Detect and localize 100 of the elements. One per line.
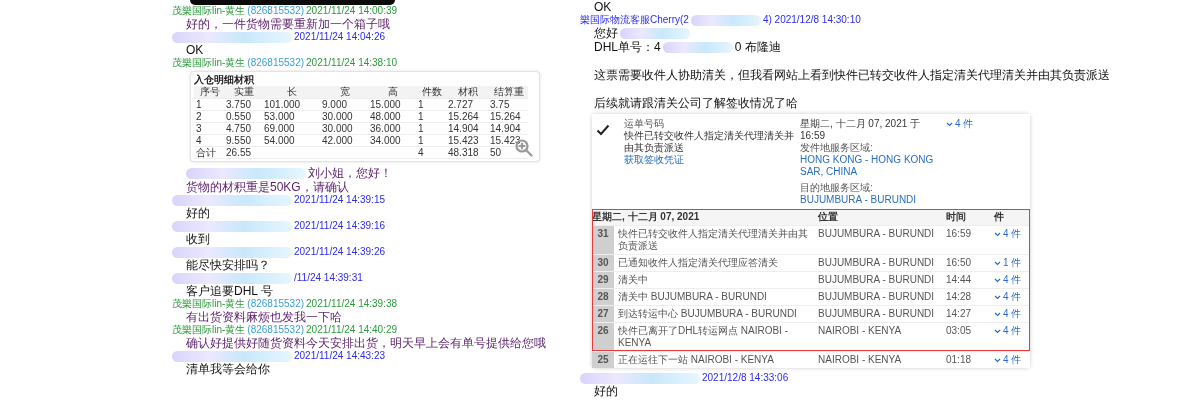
message-time: 2021/11/24 14:00:39	[306, 5, 398, 17]
message-time: 2021/11/24 14:40:29	[306, 324, 398, 336]
column-header: 件数	[416, 86, 446, 99]
table-cell: 4	[416, 147, 446, 159]
table-cell: 15.264	[488, 111, 528, 123]
column-header: 序号	[194, 86, 224, 99]
event-number: 25	[592, 352, 614, 368]
pieces-count: 4 件	[955, 118, 974, 130]
pieces-toggle[interactable]: 1 件	[994, 255, 1030, 271]
message-text: 确认好提供好随货资料今天安排出货，明天早上会有单号提供给您哦	[186, 336, 546, 350]
message-text: 清单我等会给你	[186, 362, 270, 376]
chevron-icon	[946, 122, 953, 127]
column-header: 时间	[946, 211, 967, 223]
message-time: 2021/12/8 14:33:06	[702, 372, 789, 384]
event-description: 清关中	[618, 273, 649, 287]
message-text: 好的，一件货物需要重新加一个箱子哦	[186, 17, 390, 31]
message-time: /11/24 14:39:31	[294, 272, 363, 284]
event-location: NAIROBI - KENYA	[818, 353, 903, 367]
table-cell: 42.000	[320, 135, 368, 147]
message-text: 0 布隆迪	[734, 40, 781, 54]
shipment-status: 快件已转交收件人指定清关代理清关并由其负责派送	[624, 130, 794, 154]
check-icon	[596, 124, 610, 136]
shipment-date: 星期二, 十二月 07, 2021 于 16:59	[800, 118, 922, 142]
pieces-count: 1 件	[1003, 257, 1022, 269]
column-header: 长	[262, 86, 320, 99]
table-cell: 15.000	[368, 99, 416, 111]
origin-label: 发件地服务区域:	[800, 142, 874, 154]
event-location: BUJUMBURA - BURUNDI	[818, 273, 936, 287]
table-cell: 30.000	[320, 123, 368, 135]
message-text: 好的	[186, 206, 210, 220]
message-time: 2021/11/24 14:43:23	[294, 350, 385, 362]
message-time: 2021/11/24 14:39:38	[306, 298, 398, 310]
pieces-toggle[interactable]: 4 件	[994, 226, 1030, 242]
pieces-toggle[interactable]: 4 件	[994, 272, 1030, 288]
table-cell: 0.550	[224, 111, 262, 123]
table-cell: 1	[194, 99, 224, 111]
sender-name: 茂樂国际lin-黄生	[172, 5, 246, 17]
chevron-icon	[994, 312, 1001, 317]
sender-name: 茂樂国际lin-黄生	[172, 324, 246, 336]
message-text: OK	[186, 43, 204, 57]
event-location: BUJUMBURA - BURUNDI	[818, 227, 936, 241]
message-text: 您好	[594, 26, 618, 40]
chevron-icon	[994, 278, 1001, 283]
table-cell: 14.904	[446, 123, 488, 135]
event-time: 03:05	[946, 324, 973, 338]
chevron-icon	[994, 358, 1001, 363]
table-cell: 54.000	[262, 135, 320, 147]
pieces-count: 4 件	[1003, 291, 1022, 303]
event-time: 01:18	[946, 353, 973, 367]
pieces-count: 4 件	[1003, 325, 1022, 337]
message-time: 2021/11/24 14:38:10	[306, 57, 398, 69]
pieces-toggle[interactable]: 4 件	[946, 118, 1026, 206]
event-time: 16:50	[946, 256, 973, 270]
pieces-toggle[interactable]: 4 件	[994, 306, 1030, 322]
sender-name: 茂樂国际lin-黄生	[172, 298, 246, 310]
table-cell: 1	[416, 111, 446, 123]
column-header: 高	[368, 86, 416, 99]
column-header: 宽	[320, 86, 368, 99]
table-cell: 48.318	[446, 147, 488, 159]
proof-of-delivery-link[interactable]: 获取签收凭证	[624, 154, 794, 166]
table-cell: 3.75	[488, 99, 528, 111]
table-cell: 69.000	[262, 123, 320, 135]
blurred-patch	[620, 27, 690, 39]
message-text: 刘小姐，您好！	[308, 166, 392, 180]
table-cell: 合计	[194, 147, 224, 159]
event-time: 14:27	[946, 307, 973, 321]
event-time: 14:28	[946, 290, 973, 304]
destination-label: 目的地服务区域:	[800, 182, 874, 194]
pieces-toggle[interactable]: 4 件	[994, 352, 1030, 368]
table-cell: 26.55	[224, 147, 262, 159]
table-cell: 3.750	[224, 99, 262, 111]
table-cell: 34.000	[368, 135, 416, 147]
table-cell: 30.000	[320, 111, 368, 123]
table-cell: 9.550	[224, 135, 262, 147]
event-time: 14:44	[946, 273, 973, 287]
sender-id: (826815532)	[247, 57, 305, 69]
table-cell: 15.264	[446, 111, 488, 123]
pieces-toggle[interactable]: 4 件	[994, 323, 1030, 339]
message-text: 这票需要收件人协助清关，但我看网站上看到快件已转交收件人指定清关代理清关并由其负责派送	[594, 68, 1110, 82]
message-text: 收到	[186, 232, 210, 246]
column-header: 结算重	[488, 86, 528, 99]
message-text: DHL单号：4	[594, 40, 661, 54]
pieces-toggle[interactable]: 4 件	[994, 289, 1030, 305]
event-description: 已通知收件人指定清关代理应答清关	[618, 256, 779, 270]
column-header: 件	[994, 211, 1005, 223]
event-description: 正在运往下一站 NAIROBI - KENYA	[618, 353, 775, 367]
sender-id: (826815532)	[247, 324, 305, 336]
event-location: NAIROBI - KENYA	[818, 324, 903, 338]
table-title: 入仓明细材积	[194, 74, 255, 86]
column-header: 星期二, 十二月 07, 2021	[592, 211, 701, 223]
message-time: 2021/11/24 14:39:16	[294, 220, 385, 232]
table-cell: 1	[416, 99, 446, 111]
blurred-patch	[662, 41, 733, 53]
origin-area: HONG KONG - HONG KONG SAR, CHINA	[800, 154, 940, 178]
message-time: 2021/11/24 14:04:26	[294, 31, 385, 43]
table-cell: 14.904	[488, 123, 528, 135]
table-cell: 36.000	[368, 123, 416, 135]
column-header: 材积	[446, 86, 488, 99]
table-cell: 1	[416, 135, 446, 147]
event-number: 27	[592, 306, 614, 322]
